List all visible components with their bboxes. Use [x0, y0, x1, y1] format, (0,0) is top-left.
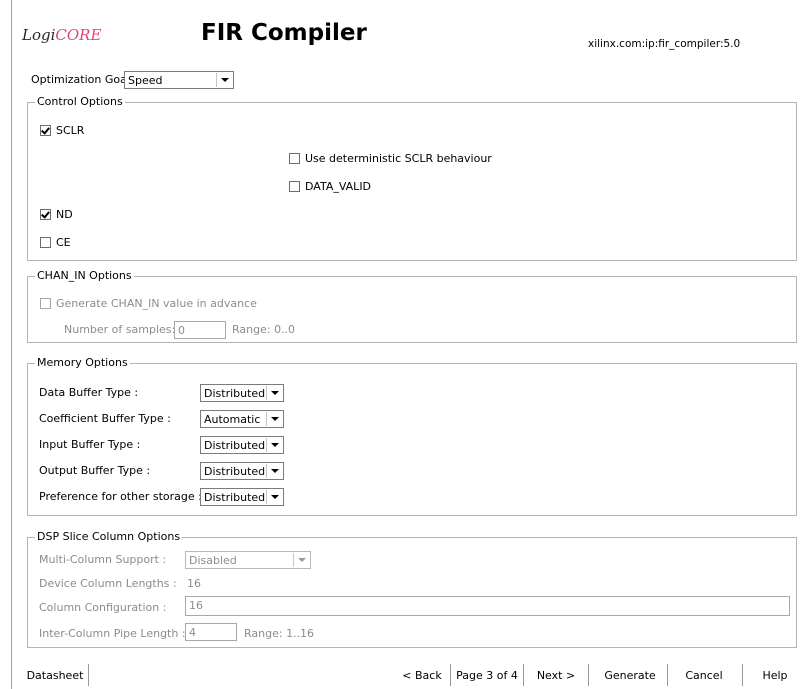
data-valid-label: DATA_VALID — [305, 180, 372, 193]
next-button[interactable]: Next > — [530, 664, 582, 686]
coefficient-buffer-type-label: Coefficient Buffer Type : — [39, 412, 171, 425]
footer-separator — [523, 664, 524, 686]
footer-separator — [88, 664, 89, 686]
input-buffer-type-label: Input Buffer Type : — [39, 438, 141, 451]
number-of-samples-label: Number of samples: — [64, 323, 176, 336]
output-buffer-type-label: Output Buffer Type : — [39, 464, 151, 477]
output-buffer-type-select[interactable]: Distributed — [200, 462, 284, 480]
generate-button[interactable]: Generate — [598, 664, 662, 686]
window-left-border — [11, 0, 12, 689]
generate-chan-in-label: Generate CHAN_IN value in advance — [56, 297, 257, 310]
logicore-logo: LogiCORE — [22, 26, 102, 44]
sclr-label: SCLR — [56, 124, 85, 137]
multi-column-support-label: Multi-Column Support : — [39, 553, 167, 566]
page-title: FIR Compiler — [201, 20, 367, 46]
chevron-down-icon — [266, 438, 282, 452]
checkbox-unchecked-icon — [40, 298, 51, 309]
help-button[interactable]: Help — [752, 664, 798, 686]
output-buffer-type-value: Distributed — [204, 465, 266, 478]
other-storage-preference-label: Preference for other storage : — [39, 490, 202, 503]
chan-in-options-title: CHAN_IN Options — [35, 269, 134, 282]
chevron-down-icon — [266, 490, 282, 504]
multi-column-support-value: Disabled — [189, 554, 237, 567]
checkbox-unchecked-icon — [289, 181, 300, 192]
page-indicator: Page 3 of 4 — [456, 668, 518, 682]
chevron-down-icon — [293, 553, 309, 567]
datasheet-button[interactable]: Datasheet — [23, 664, 87, 686]
device-column-lengths-label: Device Column Lengths : — [39, 577, 177, 590]
checkbox-checked-icon — [40, 125, 51, 136]
column-configuration-label: Column Configuration : — [39, 601, 167, 614]
chevron-down-icon — [266, 464, 282, 478]
chevron-down-icon — [266, 386, 282, 400]
optimization-goal-label: Optimization Goal — [31, 73, 130, 86]
control-options-group — [27, 102, 797, 261]
footer-separator — [450, 664, 451, 686]
other-storage-preference-select[interactable]: Distributed — [200, 488, 284, 506]
ip-identifier: xilinx.com:ip:fir_compiler:5.0 — [588, 38, 741, 50]
optimization-goal-select[interactable]: Speed — [124, 71, 234, 89]
checkbox-unchecked-icon — [40, 237, 51, 248]
multi-column-support-select[interactable]: Disabled — [185, 551, 311, 569]
column-configuration-value: 16 — [189, 599, 203, 612]
deterministic-sclr-checkbox[interactable]: Use deterministic SCLR behaviour — [289, 152, 492, 165]
data-buffer-type-value: Distributed — [204, 387, 266, 400]
ce-label: CE — [56, 236, 71, 249]
footer-separator — [667, 664, 668, 686]
inter-column-pipe-length-value: 4 — [189, 626, 196, 639]
footer-separator — [742, 664, 743, 686]
dsp-slice-options-title: DSP Slice Column Options — [35, 530, 183, 543]
input-buffer-type-value: Distributed — [204, 439, 266, 452]
ce-checkbox[interactable]: CE — [40, 236, 71, 249]
data-buffer-type-label: Data Buffer Type : — [39, 386, 139, 399]
checkbox-checked-icon — [40, 209, 51, 220]
memory-options-title: Memory Options — [35, 356, 130, 369]
input-buffer-type-select[interactable]: Distributed — [200, 436, 284, 454]
other-storage-preference-value: Distributed — [204, 491, 266, 504]
chevron-down-icon — [216, 73, 232, 87]
inter-column-pipe-length-input[interactable]: 4 — [185, 623, 237, 641]
sclr-checkbox[interactable]: SCLR — [40, 124, 84, 137]
coefficient-buffer-type-select[interactable]: Automatic — [200, 410, 284, 428]
data-valid-checkbox[interactable]: DATA_VALID — [289, 180, 371, 193]
generate-chan-in-checkbox[interactable]: Generate CHAN_IN value in advance — [40, 297, 257, 310]
device-column-lengths-value: 16 — [187, 577, 201, 590]
cancel-button[interactable]: Cancel — [677, 664, 731, 686]
checkbox-unchecked-icon — [289, 153, 300, 164]
optimization-goal-value: Speed — [128, 74, 163, 87]
inter-column-pipe-length-label: Inter-Column Pipe Length : — [39, 627, 186, 640]
control-options-title: Control Options — [35, 95, 125, 108]
number-of-samples-value: 0 — [178, 324, 185, 337]
samples-range-label: Range: 0..0 — [232, 323, 296, 336]
deterministic-sclr-label: Use deterministic SCLR behaviour — [305, 152, 492, 165]
footer-separator — [588, 664, 589, 686]
data-buffer-type-select[interactable]: Distributed — [200, 384, 284, 402]
coefficient-buffer-type-value: Automatic — [204, 413, 261, 426]
nd-checkbox[interactable]: ND — [40, 208, 73, 221]
pipe-length-range-label: Range: 1..16 — [244, 627, 315, 640]
nd-label: ND — [56, 208, 73, 221]
back-button[interactable]: < Back — [395, 664, 449, 686]
chevron-down-icon — [266, 412, 282, 426]
number-of-samples-input[interactable]: 0 — [174, 321, 226, 339]
column-configuration-input[interactable]: 16 — [185, 596, 790, 616]
